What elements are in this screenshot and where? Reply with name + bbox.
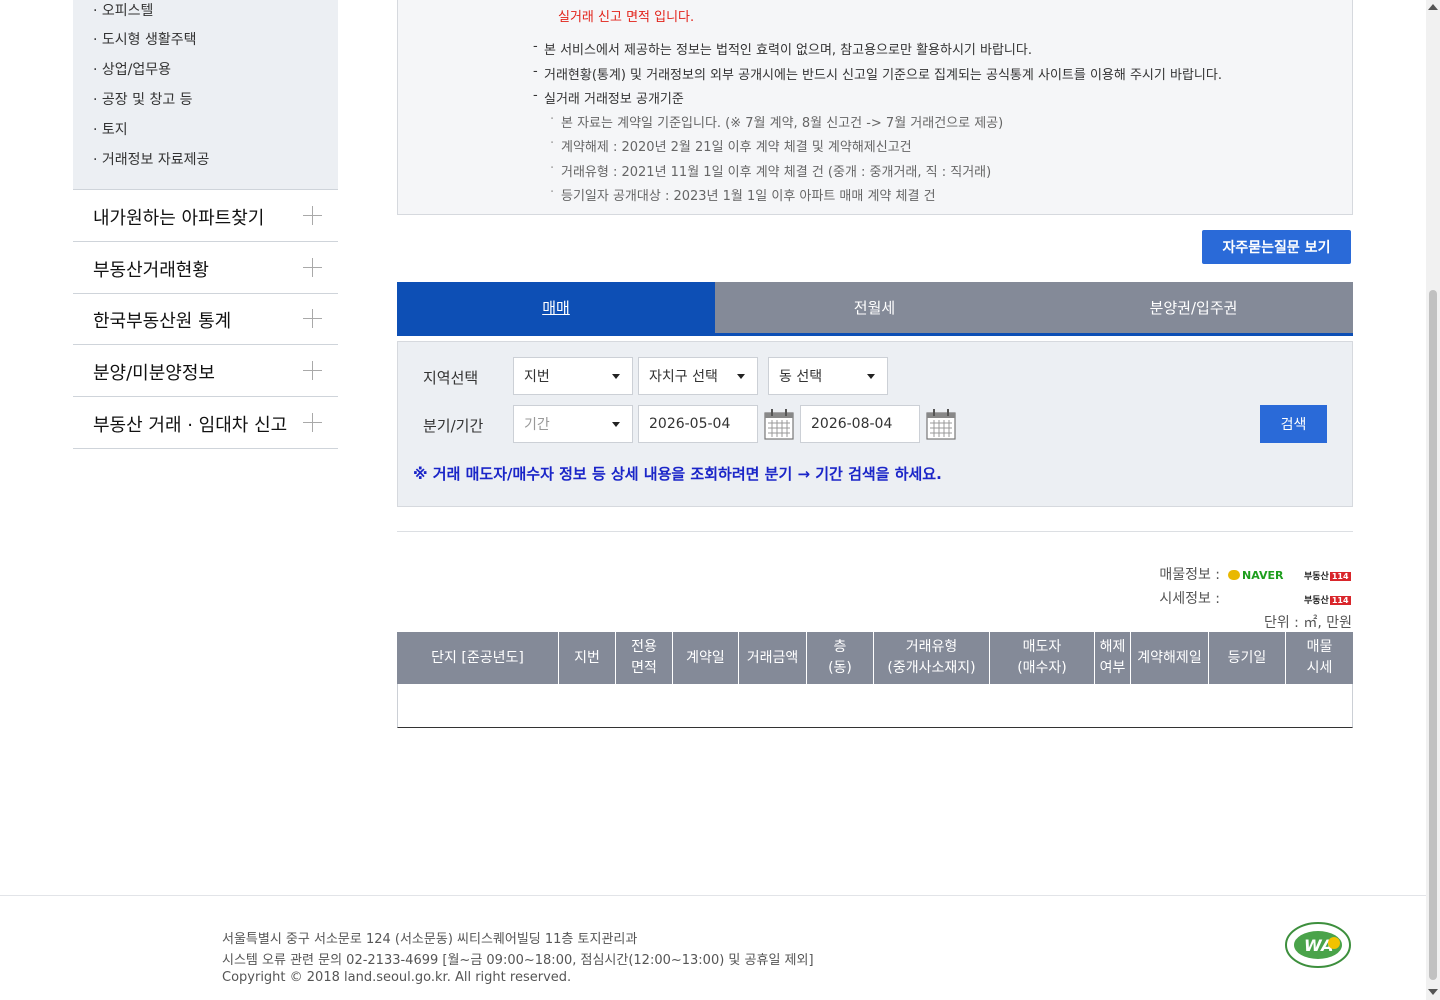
sidebar-item-transaction-status[interactable]: 부동산거래현황 (73, 242, 338, 294)
sidebar-subitem-commercial[interactable]: · 상업/업무용 (93, 59, 171, 79)
budongsan-logo-text: 부동산 (1304, 596, 1329, 606)
footer-address: 서울특별시 중구 서소문로 124 (서소문동) 씨티스퀘어빌딩 11층 토지관… (222, 932, 638, 947)
jibun-select-value: 지번 (524, 369, 550, 385)
dong-select[interactable]: 동 선택 (768, 357, 888, 395)
sidebar-subitem-data-provision[interactable]: · 거래정보 자료제공 (93, 149, 209, 169)
plus-icon[interactable] (303, 309, 322, 328)
budongsan-logo-text: 부동산 (1304, 572, 1329, 582)
footer-copyright: Copyright © 2018 land.seoul.go.kr. All r… (222, 970, 572, 985)
scroll-up-arrow-icon[interactable] (1428, 4, 1438, 10)
period-select-value: 기간 (524, 417, 550, 433)
transaction-table: 단지 [준공년도] 지번 전용 면적 계약일 거래금액 층 (동) 거래유형 (… (397, 632, 1353, 728)
calendar-icon[interactable] (926, 408, 956, 440)
naver-bee-icon (1228, 570, 1240, 580)
faq-button[interactable]: 자주묻는질문 보기 (1202, 230, 1351, 264)
tab-sale[interactable]: 매매 (397, 282, 715, 333)
column-header: 층 (동) (807, 632, 874, 684)
sidebar-item-apartment-search[interactable]: 내가원하는 아파트찾기 (73, 190, 338, 242)
column-header: 등기일 (1209, 632, 1286, 684)
tab-presale-rights[interactable]: 분양권/입주권 (1034, 282, 1353, 333)
chevron-down-icon (737, 374, 745, 379)
footer-divider (0, 895, 1426, 896)
date-to-input[interactable]: 2026-08-04 (800, 405, 920, 443)
date-from-input[interactable]: 2026-05-04 (638, 405, 758, 443)
notice-item: - 거래현황(통계) 및 거래정보의 외부 공개시에는 반드시 신고일 기준으로 … (533, 64, 1222, 83)
notice-box: 실거래 신고 면적 입니다. -본 서비스에서 제공하는 정보는 법적인 효력이… (397, 0, 1353, 215)
sidebar-item-presale-info[interactable]: 분양/미분양정보 (73, 345, 338, 397)
notice-subitem: · 거래유형 : 2021년 11월 1일 이후 계약 체결 건 (중개 : 중개… (550, 161, 992, 180)
tab-lease[interactable]: 전월세 (715, 282, 1034, 333)
period-select[interactable]: 기간 (513, 405, 633, 443)
district-select[interactable]: 자치구 선택 (638, 357, 758, 395)
jibun-select[interactable]: 지번 (513, 357, 633, 395)
area-notice-red: 실거래 신고 면적 입니다. (558, 10, 695, 25)
column-header: 계약일 (673, 632, 739, 684)
column-header: 지번 (559, 632, 616, 684)
dong-select-value: 동 선택 (779, 369, 823, 385)
sidebar-subitem-land[interactable]: · 토지 (93, 119, 128, 139)
search-button[interactable]: 검색 (1260, 405, 1327, 443)
unit-label: 단위 : ㎡, 만원 (1263, 615, 1352, 631)
price-info-label: 시세정보 : (1159, 591, 1220, 607)
sidebar-item-reb-statistics[interactable]: 한국부동산원 통계 (73, 293, 338, 345)
transaction-tabs: 매매 전월세 분양권/입주권 (397, 282, 1353, 336)
column-header: 거래금액 (739, 632, 807, 684)
sidebar-item-label: 한국부동산원 통계 (93, 311, 232, 332)
search-hint: ※ 거래 매도자/매수자 정보 등 상세 내용을 조회하려면 분기 → 기간 검… (413, 465, 942, 483)
sidebar-item-label: 분양/미분양정보 (93, 363, 215, 384)
sidebar-item-report[interactable]: 부동산 거래 · 임대차 신고 (73, 397, 338, 449)
sidebar-item-label: 내가원하는 아파트찾기 (93, 208, 265, 229)
table-header: 단지 [준공년도] 지번 전용 면적 계약일 거래금액 층 (동) 거래유형 (… (397, 632, 1353, 684)
column-header: 매도자 (매수자) (990, 632, 1095, 684)
search-panel: 지역선택 지번 자치구 선택 동 선택 분기/기간 기간 2026-05-04 … (397, 341, 1353, 507)
naver-logo-text: NAVER (1242, 569, 1284, 582)
column-header: 단지 [준공년도] (397, 632, 559, 684)
plus-icon[interactable] (303, 258, 322, 277)
chevron-down-icon (867, 374, 875, 379)
budongsan114-price-link[interactable]: 부동산 114 (1304, 593, 1351, 606)
notice-item: -본 서비스에서 제공하는 정보는 법적인 효력이 없으며, 참고용으로만 활용… (533, 39, 1032, 58)
budongsan114-listing-link[interactable]: 부동산 114 (1304, 569, 1351, 582)
sidebar-item-label: 부동산거래현황 (93, 260, 209, 281)
footer-contact: 시스템 오류 관련 문의 02-2133-4699 [월~금 09:00~18:… (222, 953, 814, 968)
divider (397, 531, 1353, 532)
notice-item: - 실거래 거래정보 공개기준 (533, 88, 684, 107)
column-header: 해제 여부 (1095, 632, 1131, 684)
plus-icon[interactable] (303, 206, 322, 225)
sidebar-item-label: 부동산 거래 · 임대차 신고 (93, 415, 288, 436)
column-header: 계약해제일 (1131, 632, 1209, 684)
naver-link[interactable]: NAVER (1228, 569, 1283, 582)
budongsan-logo-tag: 114 (1329, 596, 1351, 605)
sidebar-subitem-officetel[interactable]: · 오피스텔 (93, 0, 153, 20)
calendar-icon[interactable] (764, 408, 794, 440)
period-label: 분기/기간 (423, 417, 484, 435)
web-accessibility-mark-icon: WA (1285, 922, 1351, 968)
sidebar-subitem-factory[interactable]: · 공장 및 창고 등 (93, 89, 193, 109)
district-select-value: 자치구 선택 (649, 369, 718, 385)
column-header: 매물 시세 (1306, 639, 1333, 676)
notice-subitem: · 계약해제 : 2020년 2월 21일 이후 계약 체결 및 계약해제신고건 (550, 136, 912, 155)
listing-info-label: 매물정보 : (1159, 567, 1220, 583)
column-header: 전용 면적 (616, 632, 673, 684)
budongsan-logo-tag: 114 (1329, 572, 1351, 581)
sidebar-subitem-urban-housing[interactable]: · 도시형 생활주택 (93, 29, 197, 49)
chevron-down-icon (612, 374, 620, 379)
notice-subitem: · 본 자료는 계약일 기준입니다. (※ 7월 계약, 8월 신고건 -> 7월… (550, 112, 1004, 131)
table-body-empty (397, 684, 1353, 728)
plus-icon[interactable] (303, 361, 322, 380)
plus-icon[interactable] (303, 413, 322, 432)
scroll-down-arrow-icon[interactable] (1428, 989, 1438, 995)
scrollbar-thumb[interactable] (1429, 290, 1437, 980)
chevron-down-icon (612, 422, 620, 427)
notice-subitem: · 등기일자 공개대상 : 2023년 1월 1일 이후 아파트 매매 계약 체결… (550, 185, 936, 204)
sidebar: · 오피스텔 · 도시형 생활주택 · 상업/업무용 · 공장 및 창고 등 ·… (73, 0, 338, 449)
column-header: 거래유형 (중개사소재지) (874, 632, 990, 684)
region-label: 지역선택 (423, 369, 479, 387)
